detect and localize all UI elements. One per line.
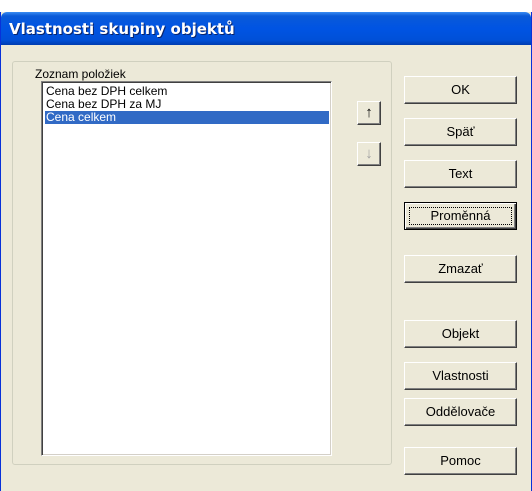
groupbox-legend: Zoznam položiek xyxy=(33,67,128,81)
help-button-label: Pomoc xyxy=(440,453,481,468)
separators-button-label: Oddělovače xyxy=(425,404,496,419)
properties-button[interactable]: Vlastnosti xyxy=(404,362,517,390)
help-button[interactable]: Pomoc xyxy=(404,447,517,475)
background-window-fragment xyxy=(0,0,532,12)
variable-button[interactable]: Proměnná xyxy=(404,202,517,230)
object-button-label: Objekt xyxy=(441,326,480,341)
move-up-button[interactable]: ↑ xyxy=(357,101,381,125)
arrow-up-icon: ↑ xyxy=(365,104,373,121)
window-title: Vlastnosti skupiny objektů xyxy=(9,20,235,38)
object-button[interactable]: Objekt xyxy=(404,320,517,348)
delete-button[interactable]: Zmazať xyxy=(404,255,517,283)
back-button[interactable]: Späť xyxy=(404,118,517,146)
move-down-button[interactable]: ↓ xyxy=(357,142,381,166)
text-button-label: Text xyxy=(448,166,473,181)
separators-button[interactable]: Oddělovače xyxy=(404,398,517,426)
title-bar[interactable]: Vlastnosti skupiny objektů xyxy=(1,12,531,45)
delete-button-label: Zmazať xyxy=(438,261,483,276)
items-listbox[interactable]: Cena bez DPH celkem Cena bez DPH za MJ C… xyxy=(41,81,332,456)
properties-button-label: Vlastnosti xyxy=(432,368,489,383)
ok-button-label: OK xyxy=(451,82,470,97)
arrow-down-icon: ↓ xyxy=(365,145,373,162)
back-button-label: Späť xyxy=(446,124,475,139)
ok-button[interactable]: OK xyxy=(404,76,517,104)
variable-button-label: Proměnná xyxy=(430,208,491,223)
text-button[interactable]: Text xyxy=(404,160,517,188)
list-item-selected[interactable]: Cena celkem xyxy=(45,111,329,124)
